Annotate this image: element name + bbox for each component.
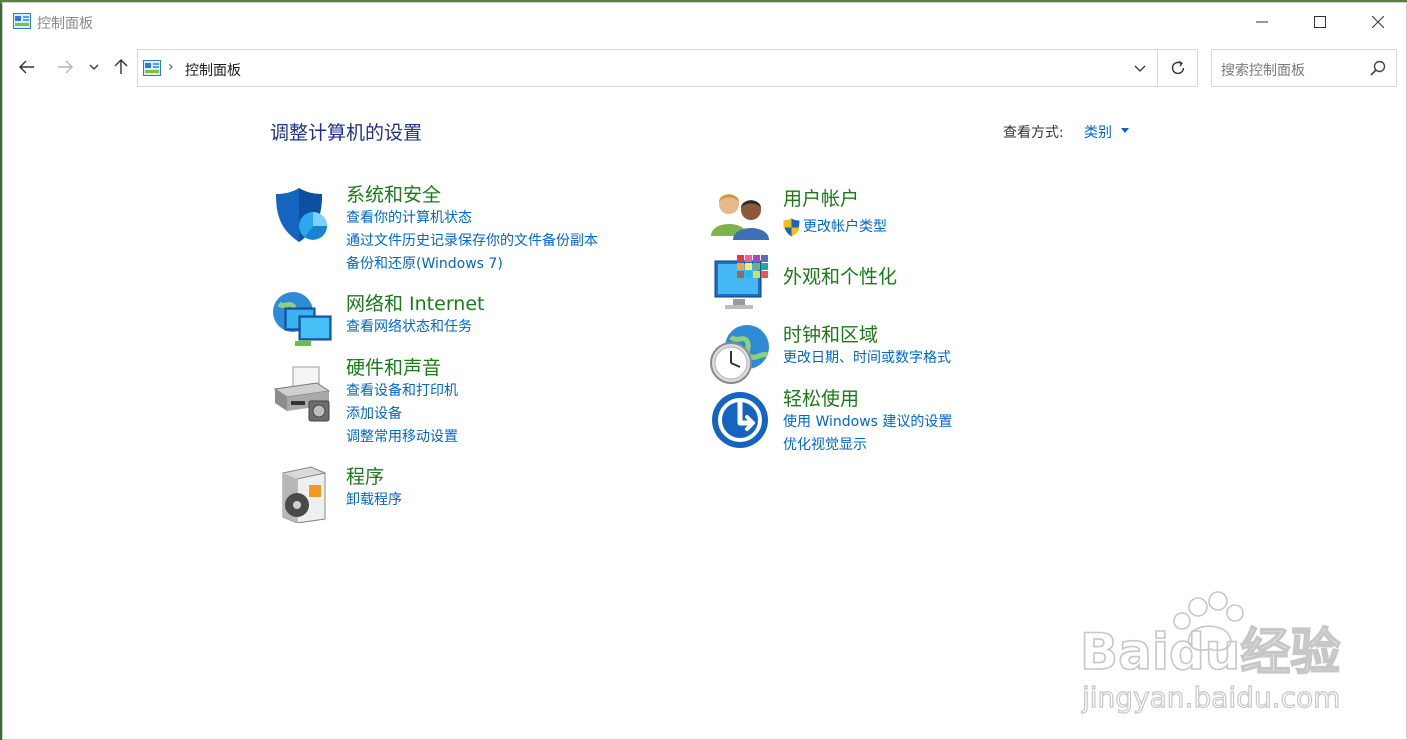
title-bar: 控制面板	[3, 3, 1406, 41]
address-dropdown-button[interactable]	[1123, 50, 1157, 86]
refresh-icon	[1171, 60, 1185, 75]
category-title[interactable]: 轻松使用	[783, 387, 952, 411]
link-change-account-type-row[interactable]: 更改帐户类型	[783, 216, 887, 239]
control-panel-icon	[143, 60, 161, 76]
ease-of-access-icon[interactable]	[711, 391, 769, 449]
breadcrumb-control-panel[interactable]: 控制面板	[185, 60, 241, 80]
up-button[interactable]	[107, 53, 135, 81]
search-icon[interactable]	[1370, 60, 1386, 76]
refresh-button[interactable]	[1157, 50, 1198, 86]
arrow-left-icon	[19, 60, 34, 74]
network-icon[interactable]	[271, 288, 333, 348]
category-title[interactable]: 硬件和声音	[346, 356, 458, 380]
category-appearance-personalization: 外观和个性化	[783, 265, 897, 289]
category-system-security: 系统和安全 查看你的计算机状态 通过文件历史记录保存你的文件备份副本 备份和还原…	[346, 183, 598, 276]
category-title[interactable]: 系统和安全	[346, 183, 598, 207]
control-panel-icon	[13, 13, 31, 29]
category-title[interactable]: 程序	[346, 465, 402, 489]
link-backup-restore[interactable]: 备份和还原(Windows 7)	[346, 253, 598, 276]
category-user-accounts: 用户帐户 更改帐户类型	[783, 187, 887, 239]
link-change-date-time-format[interactable]: 更改日期、时间或数字格式	[783, 347, 951, 370]
baidu-watermark: Baidu经验 jingyan.baidu.com	[1079, 591, 1341, 715]
clock-globe-icon[interactable]	[709, 323, 771, 385]
minimize-icon	[1256, 21, 1268, 23]
link-optimize-visual-display[interactable]: 优化视觉显示	[783, 434, 952, 457]
close-icon	[1372, 16, 1384, 28]
watermark-brand: Baidu经验	[1080, 623, 1340, 681]
navigation-bar: › 控制面板 搜索控制面板	[3, 45, 1406, 87]
back-button[interactable]	[13, 53, 41, 81]
chevron-down-icon	[89, 64, 99, 70]
search-box[interactable]: 搜索控制面板	[1211, 49, 1397, 87]
view-by-label: 查看方式:	[1003, 125, 1064, 141]
category-hardware-sound: 硬件和声音 查看设备和打印机 添加设备 调整常用移动设置	[346, 356, 458, 449]
category-programs: 程序 卸载程序	[346, 465, 402, 512]
category-ease-of-access: 轻松使用 使用 Windows 建议的设置 优化视觉显示	[783, 387, 952, 457]
address-bar[interactable]: › 控制面板	[137, 49, 1198, 87]
link-mobility-settings[interactable]: 调整常用移动设置	[346, 426, 458, 449]
link-network-status[interactable]: 查看网络状态和任务	[346, 316, 484, 339]
uac-shield-icon	[783, 218, 800, 237]
minimize-button[interactable]	[1233, 3, 1291, 41]
link-recommended-settings[interactable]: 使用 Windows 建议的设置	[783, 411, 952, 434]
maximize-button[interactable]	[1291, 3, 1349, 41]
window-title: 控制面板	[37, 16, 93, 32]
maximize-icon	[1314, 16, 1326, 28]
link-add-device[interactable]: 添加设备	[346, 403, 458, 426]
printer-icon[interactable]	[271, 363, 333, 423]
link-devices-printers[interactable]: 查看设备和打印机	[346, 380, 458, 403]
search-input[interactable]: 搜索控制面板	[1221, 60, 1305, 80]
recent-locations-button[interactable]	[83, 53, 105, 81]
programs-icon[interactable]	[275, 465, 331, 523]
watermark-url: jingyan.baidu.com	[1081, 681, 1340, 714]
shield-icon[interactable]	[271, 186, 331, 246]
link-change-account-type[interactable]: 更改帐户类型	[803, 216, 887, 239]
caret-down-icon[interactable]	[1121, 128, 1129, 133]
appearance-icon[interactable]	[713, 253, 771, 313]
page-title: 调整计算机的设置	[270, 122, 423, 144]
category-title[interactable]: 外观和个性化	[783, 265, 897, 289]
link-view-computer-status[interactable]: 查看你的计算机状态	[346, 207, 598, 230]
view-by-dropdown[interactable]: 类别	[1084, 122, 1112, 142]
users-icon[interactable]	[711, 190, 769, 240]
chevron-down-icon	[1134, 65, 1146, 72]
link-file-history-backup[interactable]: 通过文件历史记录保存你的文件备份副本	[346, 230, 598, 253]
control-panel-window: 控制面板 › 控制面板 搜索控制面板 调整计算机的设置 查看方式: 类别 系统和…	[2, 2, 1407, 740]
category-clock-region: 时钟和区域 更改日期、时间或数字格式	[783, 323, 951, 370]
arrow-right-icon	[58, 60, 73, 74]
forward-button[interactable]	[51, 53, 79, 81]
arrow-up-icon	[114, 59, 128, 74]
link-uninstall-program[interactable]: 卸载程序	[346, 489, 402, 512]
close-button[interactable]	[1349, 3, 1407, 41]
breadcrumb-separator[interactable]: ›	[168, 59, 174, 75]
category-title[interactable]: 时钟和区域	[783, 323, 951, 347]
category-title[interactable]: 网络和 Internet	[346, 292, 484, 316]
category-title[interactable]: 用户帐户	[783, 187, 887, 211]
category-network-internet: 网络和 Internet 查看网络状态和任务	[346, 292, 484, 339]
